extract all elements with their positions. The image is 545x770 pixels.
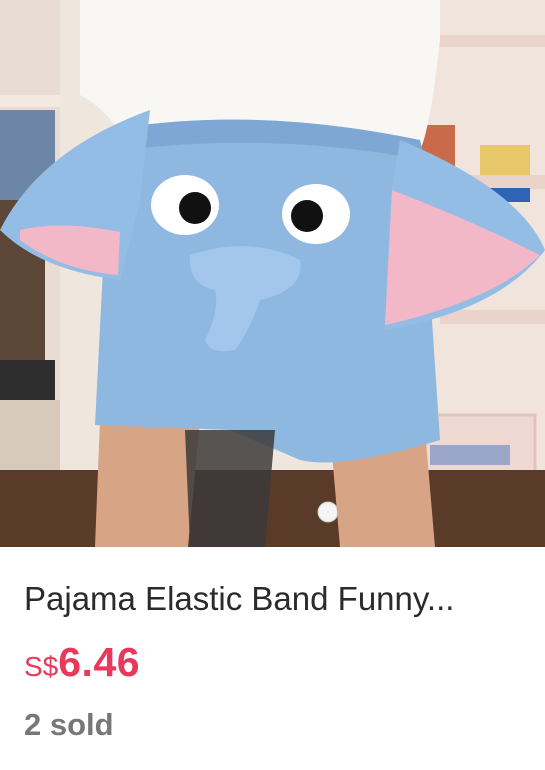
product-image[interactable] [0, 0, 545, 547]
product-info: Pajama Elastic Band Funny... S$6.46 2 so… [0, 547, 545, 770]
product-price: S$6.46 [24, 640, 140, 694]
price-currency: S$ [24, 651, 59, 682]
sold-count: 2 sold [24, 707, 114, 742]
product-card[interactable]: Pajama Elastic Band Funny... S$6.46 2 so… [0, 0, 545, 770]
price-amount: 6.46 [58, 639, 141, 685]
product-title[interactable]: Pajama Elastic Band Funny... [24, 579, 524, 619]
